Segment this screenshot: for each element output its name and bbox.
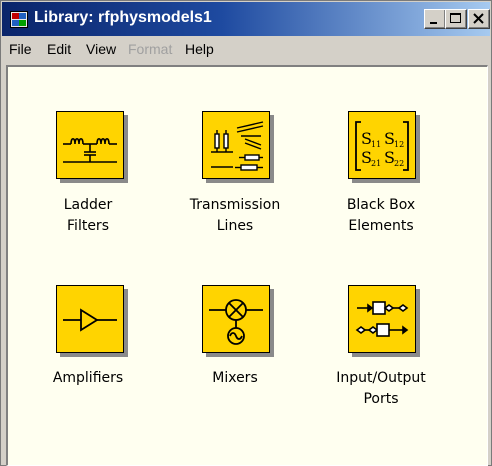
input-output-ports-block[interactable] xyxy=(348,285,416,353)
input-output-ports-label-line1: Input/Output xyxy=(336,370,426,386)
black-box-elements-label: Black Box Elements xyxy=(311,195,451,237)
mixers-block[interactable] xyxy=(202,285,270,353)
s21-subscript: 21 xyxy=(371,159,381,168)
transmission-lines-icon xyxy=(211,121,264,171)
ladder-filters-label: Ladder Filters xyxy=(18,195,158,237)
input-output-ports-icon xyxy=(355,301,409,337)
ladder-filters-label-line1: Ladder xyxy=(63,197,113,213)
s-parameter-matrix-icon: S 11 S 12 S 21 S 22 xyxy=(355,121,409,171)
mixers-label: Mixers xyxy=(165,368,305,389)
mixer-icon xyxy=(209,299,263,345)
amplifiers-label-line1: Amplifiers xyxy=(52,370,124,386)
ladder-filter-icon xyxy=(63,137,117,163)
s12-subscript: 12 xyxy=(394,140,404,149)
library-canvas: Ladder Filters Transmission Lines S 11 S… xyxy=(6,65,488,466)
simulink-library-icon xyxy=(10,11,28,28)
input-output-ports-label: Input/Output Ports xyxy=(311,368,451,410)
menu-format[interactable]: Format xyxy=(128,41,172,57)
s22-subscript: 22 xyxy=(394,159,404,168)
menu-file[interactable]: File xyxy=(9,41,32,57)
close-icon xyxy=(473,13,484,24)
menu-bar: File Edit View Format Help xyxy=(2,37,490,62)
minimize-icon xyxy=(430,22,437,24)
close-button[interactable] xyxy=(468,9,490,29)
transmission-lines-label-line2: Lines xyxy=(216,218,254,234)
menu-help[interactable]: Help xyxy=(185,41,214,57)
maximize-icon xyxy=(450,13,461,23)
ladder-filters-label-line2: Filters xyxy=(67,218,109,234)
s11-subscript: 11 xyxy=(371,140,381,149)
input-output-ports-label-line2: Ports xyxy=(363,391,399,407)
ladder-filters-block[interactable] xyxy=(56,111,124,179)
transmission-lines-label: Transmission Lines xyxy=(165,195,305,237)
menu-view[interactable]: View xyxy=(86,41,116,57)
maximize-button[interactable] xyxy=(445,9,467,29)
mixers-label-line1: Mixers xyxy=(212,370,258,386)
library-window: Library: rfphysmodels1 File Edit View Fo… xyxy=(0,0,492,466)
window-title: Library: rfphysmodels1 xyxy=(34,9,212,26)
title-bar[interactable]: Library: rfphysmodels1 xyxy=(2,2,490,36)
black-box-elements-block[interactable]: S 11 S 12 S 21 S 22 xyxy=(348,111,416,179)
black-box-elements-label-line2: Elements xyxy=(348,218,414,234)
amplifiers-block[interactable] xyxy=(56,285,124,353)
amplifiers-label: Amplifiers xyxy=(18,368,158,389)
amplifier-icon xyxy=(63,308,117,332)
menu-edit[interactable]: Edit xyxy=(47,41,71,57)
black-box-elements-label-line1: Black Box xyxy=(346,197,416,213)
transmission-lines-label-line1: Transmission xyxy=(189,197,281,213)
transmission-lines-block[interactable] xyxy=(202,111,270,179)
minimize-button[interactable] xyxy=(424,9,446,29)
